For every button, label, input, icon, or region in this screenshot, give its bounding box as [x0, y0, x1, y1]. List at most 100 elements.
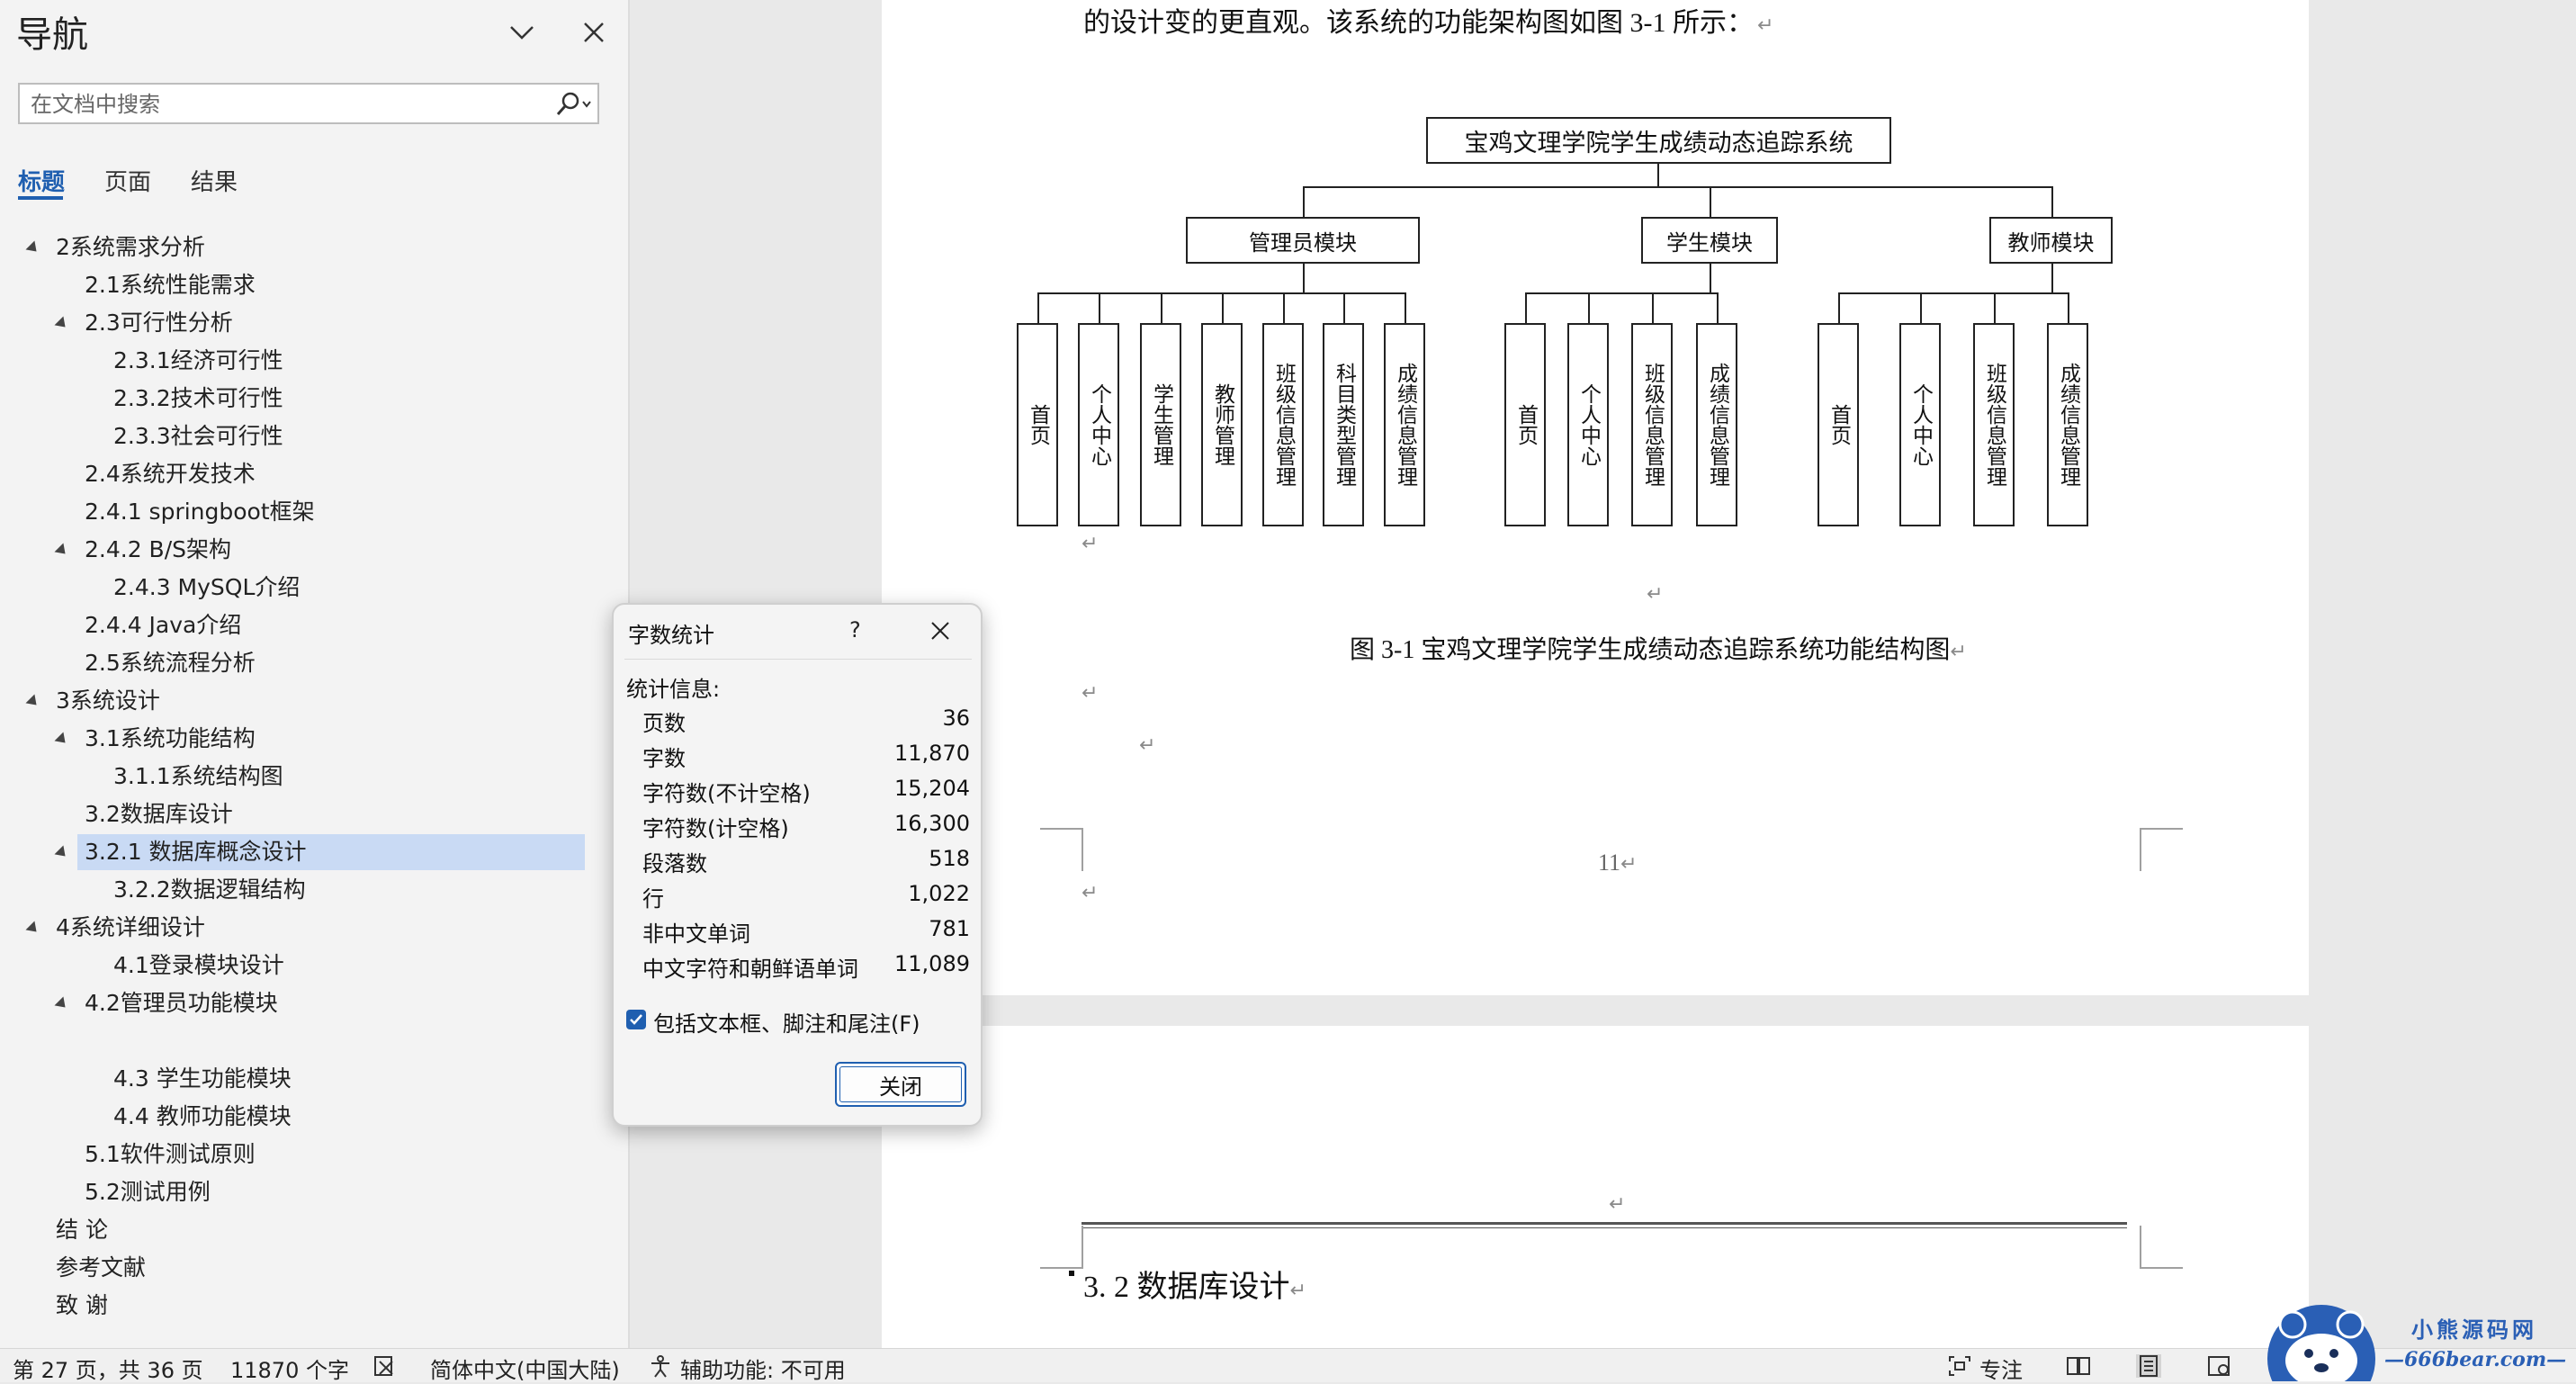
heading-item[interactable]: 2.3.1经济可行性: [113, 343, 283, 379]
page-number-text: 11: [1598, 849, 1621, 876]
heading-item[interactable]: 2.4系统开发技术: [85, 456, 256, 492]
heading-label: 2.4.3 MySQL介绍: [113, 574, 301, 600]
heading-item[interactable]: 3系统设计: [56, 683, 160, 719]
collapse-triangle-icon[interactable]: [54, 543, 70, 559]
heading-item[interactable]: 2.4.2 B/S架构: [85, 532, 231, 568]
bear-logo-icon: [2267, 1305, 2375, 1381]
stat-value: 1,022: [908, 881, 970, 906]
connector-line: [1161, 292, 1162, 323]
heading-item[interactable]: 4.1登录模块设计: [113, 948, 284, 984]
function-label: 班级信息管理: [1271, 363, 1296, 487]
tab-results[interactable]: 结果: [191, 164, 238, 197]
heading-item[interactable]: 3.2数据库设计: [85, 796, 233, 832]
focus-icon[interactable]: [1947, 1354, 1972, 1378]
intro-paragraph[interactable]: 的设计变的更直观。该系统的功能架构图如图 3-1 所示： ↵: [1083, 0, 1773, 40]
web-layout-icon[interactable]: [2206, 1354, 2231, 1378]
collapse-triangle-icon[interactable]: [54, 996, 70, 1012]
heading-item[interactable]: 4.4 教师功能模块: [113, 1099, 292, 1135]
heading-item[interactable]: 参考文献: [56, 1250, 146, 1286]
collapse-triangle-icon[interactable]: [54, 732, 70, 748]
help-button[interactable]: ?: [849, 617, 861, 643]
collapse-triangle-icon[interactable]: [25, 694, 41, 710]
heading-item[interactable]: 3.2.2数据逻辑结构: [113, 872, 306, 908]
connector-line: [1657, 164, 1659, 187]
function-label: 教师管理: [1210, 383, 1234, 466]
heading-item[interactable]: 2.3.3社会可行性: [113, 418, 283, 454]
function-label: 科目类型管理: [1332, 363, 1356, 487]
connector-line: [1283, 292, 1285, 323]
search-input[interactable]: [29, 90, 536, 119]
stat-label: 中文字符和朝鲜语单词: [642, 957, 858, 982]
heading-item[interactable]: 3.1系统功能结构: [85, 721, 256, 757]
proofing-icon[interactable]: [372, 1354, 398, 1378]
heading-item[interactable]: 2.4.1 springboot框架: [85, 494, 315, 530]
heading-item[interactable]: 3.1.1系统结构图: [113, 759, 283, 795]
heading-item[interactable]: 2.4.4 Java介绍: [85, 607, 241, 643]
include-textboxes-label[interactable]: 包括文本框、脚注和尾注(F): [653, 1006, 920, 1038]
language-indicator[interactable]: 简体中文(中国大陆): [430, 1353, 620, 1384]
read-mode-icon[interactable]: [2066, 1354, 2091, 1378]
heading-item[interactable]: 4.3 学生功能模块: [113, 1061, 292, 1097]
crop-mark: [1040, 1226, 1083, 1269]
accessibility-indicator[interactable]: 辅助功能: 不可用: [680, 1353, 846, 1384]
heading-label: 4.4 教师功能模块: [113, 1103, 292, 1129]
header-rule: [1082, 1222, 2127, 1225]
search-icon[interactable]: [551, 90, 596, 119]
collapse-triangle-icon[interactable]: [54, 316, 70, 332]
print-layout-icon[interactable]: [2136, 1354, 2161, 1378]
close-icon[interactable]: [576, 14, 612, 50]
connector-line: [1710, 264, 1711, 293]
close-button[interactable]: 关闭: [835, 1062, 966, 1107]
stat-label: 非中文单词: [642, 921, 750, 947]
heading-item[interactable]: 4.2管理员功能模块: [85, 985, 278, 1021]
figure-caption[interactable]: 图 3-1 宝鸡文理学院学生成绩动态追踪系统功能结构图↵: [1350, 630, 1967, 666]
heading-item[interactable]: 3.2.1 数据库概念设计: [77, 834, 585, 870]
active-tab-indicator: [18, 196, 63, 200]
chart-root-box: 宝鸡文理学院学生成绩动态追踪系统: [1426, 117, 1891, 164]
heading-item[interactable]: 5.2测试用例: [85, 1174, 211, 1210]
caption-text: 图 3-1 宝鸡文理学院学生成绩动态追踪系统功能结构图: [1350, 636, 1951, 664]
intro-text: 的设计变的更直观。该系统的功能架构图如图 3-1 所示：: [1083, 8, 1754, 38]
dialog-divider: [624, 659, 972, 660]
heading-label: 5.1软件测试原则: [85, 1141, 256, 1167]
heading-item[interactable]: 致 谢: [56, 1288, 108, 1324]
crop-mark: [1040, 828, 1083, 871]
chevron-down-icon[interactable]: [504, 14, 540, 50]
heading-item[interactable]: 结 论: [56, 1212, 108, 1248]
heading-label: 2.3可行性分析: [85, 310, 233, 336]
collapse-triangle-icon[interactable]: [25, 240, 41, 256]
connector-line: [1303, 186, 2053, 188]
heading-item[interactable]: 2.4.3 MySQL介绍: [113, 570, 300, 606]
heading-label: 2.3.1经济可行性: [113, 347, 283, 373]
connector-line: [1037, 292, 1039, 323]
close-icon[interactable]: [927, 617, 954, 644]
collapse-triangle-icon[interactable]: [25, 921, 41, 937]
function-label: 个人中心: [1576, 383, 1601, 466]
stat-label: 字符数(不计空格): [642, 781, 811, 806]
function-box: 科目类型管理: [1323, 323, 1364, 526]
page-indicator[interactable]: 第 27 页，共 36 页: [13, 1353, 203, 1384]
function-label: 成绩信息管理: [1705, 363, 1729, 487]
section-heading[interactable]: 3. 2 数据库设计↵: [1083, 1262, 1306, 1306]
tab-headings[interactable]: 标题: [18, 164, 65, 197]
document-page: 的设计变的更直观。该系统的功能架构图如图 3-1 所示： ↵ 宝鸡文理学院学生成绩…: [882, 0, 2309, 995]
accessibility-icon[interactable]: [648, 1354, 673, 1378]
word-count-indicator[interactable]: 11870 个字: [230, 1353, 349, 1384]
watermark-brand: 小熊源码网: [2411, 1317, 2537, 1343]
heading-item[interactable]: 4系统详细设计: [56, 910, 205, 946]
heading-item[interactable]: 2.1系统性能需求: [85, 267, 256, 303]
heading-item[interactable]: 2.3可行性分析: [85, 305, 233, 341]
word-count-dialog: 字数统计 ? 统计信息: 页数 36 字数 11,870 字符数(不计空格) 15,204…: [612, 603, 983, 1127]
heading-label: 2系统需求分析: [56, 234, 205, 260]
heading-item[interactable]: 2系统需求分析: [56, 229, 205, 265]
stat-value: 16,300: [894, 811, 970, 836]
tab-pages[interactable]: 页面: [104, 164, 151, 197]
focus-mode-button[interactable]: 专注: [1979, 1353, 2023, 1384]
collapse-triangle-icon[interactable]: [54, 845, 70, 861]
search-box[interactable]: [18, 83, 599, 124]
heading-item[interactable]: 2.3.2技术可行性: [113, 381, 283, 417]
module-box: 学生模块: [1641, 217, 1778, 264]
include-textboxes-checkbox[interactable]: [626, 1010, 646, 1029]
heading-item[interactable]: 5.1软件测试原则: [85, 1137, 256, 1173]
heading-item[interactable]: 2.5系统流程分析: [85, 645, 256, 681]
